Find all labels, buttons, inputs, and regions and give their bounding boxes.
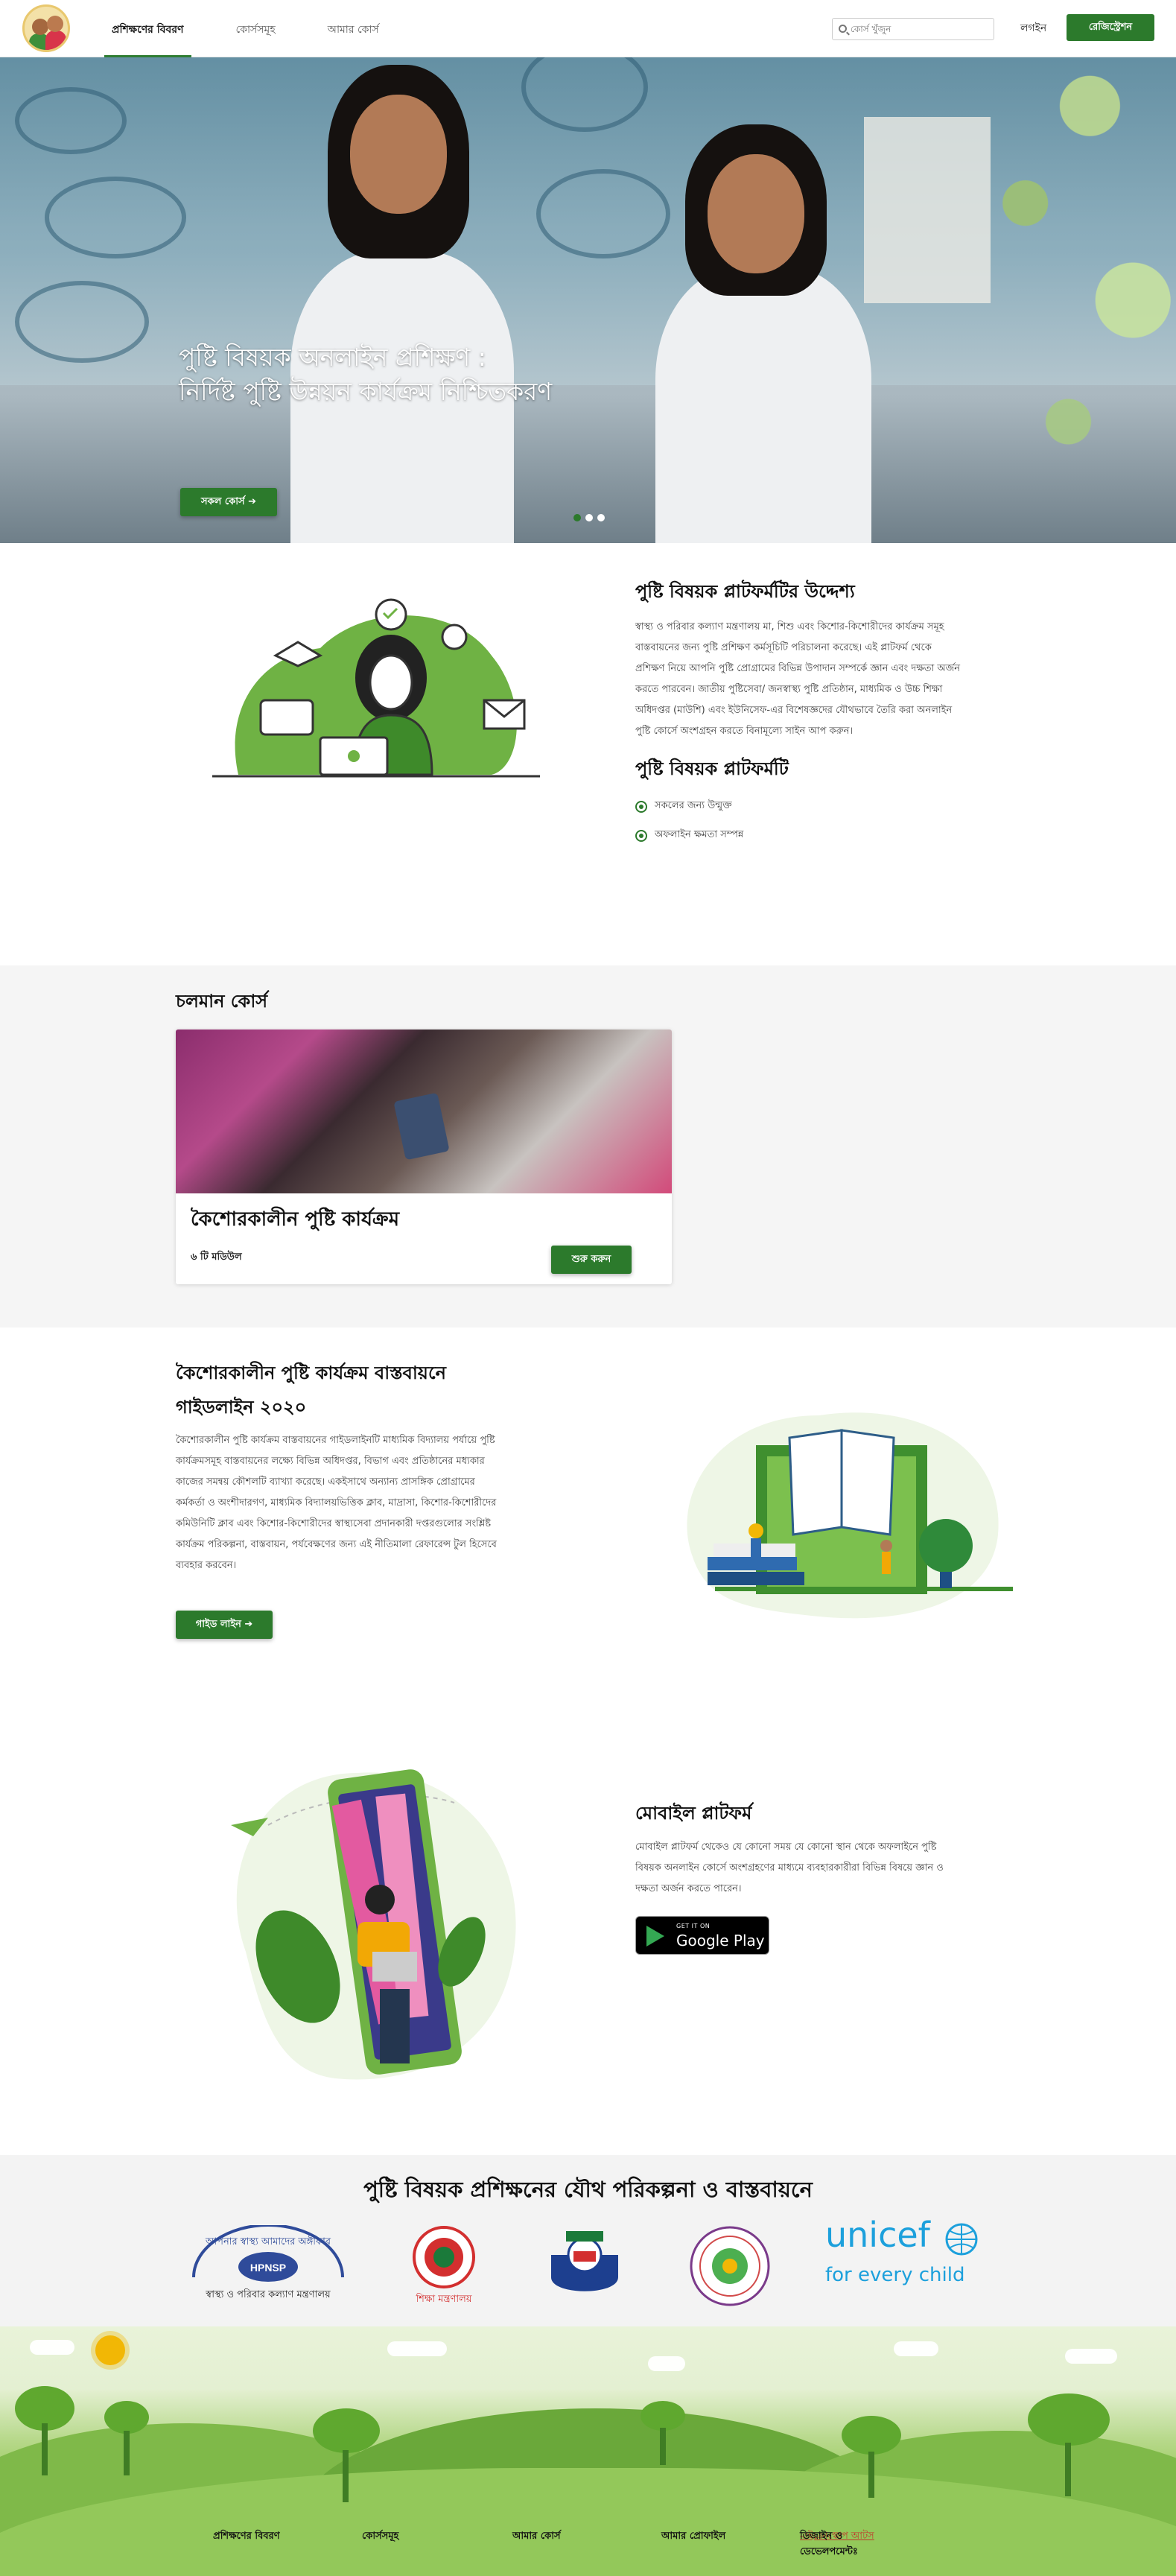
course-modules-count: ৬ টি মডিউল xyxy=(191,1251,242,1263)
tree-icon xyxy=(641,2401,685,2468)
footer-credit: ডিজাইন ও ডেভেলপমেন্টঃ মাইক্রোস্কোপ আটস xyxy=(800,2531,874,2557)
guideline-body: কৈশোরকালীন পুষ্টি কার্যক্রম বাস্তবায়নের… xyxy=(176,1435,497,1571)
guideline-button[interactable]: গাইড লাইন ➔ xyxy=(176,1611,273,1639)
footer-link-profile[interactable]: আমার প্রোফাইল xyxy=(661,2529,725,2545)
mobile-title: মোবাইল প্লাটফর্ম xyxy=(635,1803,752,1824)
register-button[interactable]: রেজিস্ট্রেশন xyxy=(1067,14,1154,41)
carousel-dot-1[interactable] xyxy=(573,514,581,521)
feature-item: সকলের জন্য উন্মুক্ত xyxy=(635,799,963,814)
footer-link-my-courses[interactable]: আমার কোর্স xyxy=(512,2529,561,2545)
guideline-title: কৈশোরকালীন পুষ্টি কার্যক্রম বাস্তবায়নে … xyxy=(176,1362,446,1418)
hero-title: পুষ্টি বিষয়ক অনলাইন প্রশিক্ষণ : নির্দিষ… xyxy=(179,343,553,406)
student-girl-left xyxy=(276,57,521,543)
about-subtitle: পুষ্টি বিষয়ক প্লাটফর্মটি xyxy=(635,758,789,779)
mobile-section: মোবাইল প্লাটফর্ম মোবাইল প্লাটফর্ম থেকেও … xyxy=(635,1800,963,1955)
running-title: চলমান কোর্স xyxy=(176,991,268,1012)
svg-text:আপনার স্বাস্থ্য আমাদের অঙ্গীকা: আপনার স্বাস্থ্য আমাদের অঙ্গীকার xyxy=(205,2236,331,2247)
carousel-indicators xyxy=(573,514,609,521)
nav-courses[interactable]: কোর্সসমূহ xyxy=(236,0,276,57)
check-circle-icon xyxy=(635,800,647,813)
course-title: কৈশোরকালীন পুষ্টি কার্যক্রম xyxy=(191,1208,400,1231)
unicef-tagline: for every child xyxy=(825,2264,965,2286)
nav-training-overview[interactable]: প্রশিক্ষণের বিবরণ xyxy=(104,0,191,57)
sun-icon xyxy=(95,2335,125,2365)
google-play-icon xyxy=(646,1926,664,1947)
search-box xyxy=(832,18,994,40)
nav-my-courses[interactable]: আমার কোর্স xyxy=(328,0,379,57)
site-logo[interactable] xyxy=(22,4,70,52)
search-input[interactable] xyxy=(851,22,988,37)
tree-icon xyxy=(15,2386,74,2475)
google-play-badge[interactable]: GET IT ON Google Play xyxy=(635,1916,769,1955)
about-body: স্বাস্থ্য ও পরিবার কল্যাণ মন্ত্রণালয় মা… xyxy=(635,621,961,737)
tree-icon xyxy=(104,2401,149,2475)
student-girl-right xyxy=(641,124,886,543)
feature-item: অফলাইন ক্ষমতা সম্পন্ন xyxy=(635,828,963,843)
search-icon xyxy=(839,25,847,33)
course-card[interactable]: কৈশোরকালীন পুষ্টি কার্যক্রম ৬ টি মডিউল শ… xyxy=(176,1030,672,1284)
running-courses-section: চলমান কোর্স কৈশোরকালীন পুষ্টি কার্যক্রম … xyxy=(0,965,1176,1327)
carousel-dot-2[interactable] xyxy=(585,514,593,521)
all-courses-button[interactable]: সকল কোর্স ➔ xyxy=(180,488,277,516)
institute-public-health-nutrition-logo[interactable] xyxy=(685,2225,775,2310)
svg-text:HPNSP: HPNSP xyxy=(250,2262,286,2274)
about-section: পুষ্টি বিষয়ক প্লাটফর্মটির উদ্দেশ্য স্বা… xyxy=(635,578,963,843)
login-link[interactable]: লগইন xyxy=(1020,19,1046,37)
hero-banner: পুষ্টি বিষয়ক অনলাইন প্রশিক্ষণ : নির্দিষ… xyxy=(0,57,1176,543)
mobile-reading-illustration xyxy=(231,1769,516,2080)
footer: প্রশিক্ষণের বিবরণ কোর্সসমূহ আমার কোর্স আ… xyxy=(0,2326,1176,2576)
student-studying-illustration xyxy=(212,598,540,778)
open-book-illustration xyxy=(687,1412,1013,1619)
tree-icon xyxy=(313,2408,380,2505)
tree-icon xyxy=(842,2416,901,2498)
mobile-body: মোবাইল প্লাটফর্ম থেকেও যে কোনো সময় যে ক… xyxy=(635,1841,944,1894)
dshe-logo[interactable] xyxy=(536,2225,633,2310)
carousel-dot-3[interactable] xyxy=(597,514,605,521)
tree-icon xyxy=(1028,2393,1110,2498)
footer-link-courses[interactable]: কোর্সসমূহ xyxy=(362,2529,398,2545)
ministry-health-logo[interactable]: HPNSP আপনার স্বাস্থ্য আমাদের অঙ্গীকার স্… xyxy=(186,2224,350,2303)
flower-decoration xyxy=(961,57,1176,543)
partners-title: পুষ্টি বিষয়ক প্রশিক্ষনের যৌথ পরিকল্পনা … xyxy=(363,2177,813,2202)
footer-link-training[interactable]: প্রশিক্ষণের বিবরণ xyxy=(213,2529,280,2545)
course-thumbnail xyxy=(176,1030,672,1193)
main-nav: প্রশিক্ষণের বিবরণ কোর্সসমূহ আমার কোর্স xyxy=(104,0,431,57)
top-header: প্রশিক্ষণের বিবরণ কোর্সসমূহ আমার কোর্স ল… xyxy=(0,0,1176,57)
ministry-education-logo[interactable]: শিক্ষা মন্ত্রণালয় xyxy=(399,2225,489,2308)
check-circle-icon xyxy=(635,829,647,842)
unicef-logo[interactable]: unicef xyxy=(825,2215,930,2255)
guideline-section: কৈশোরকালীন পুষ্টি কার্যক্রম বাস্তবায়নে … xyxy=(176,1356,503,1639)
unicef-globe-icon xyxy=(945,2223,978,2256)
start-course-button[interactable]: শুরু করুন xyxy=(551,1246,632,1274)
about-title: পুষ্টি বিষয়ক প্লাটফর্মটির উদ্দেশ্য xyxy=(635,581,855,602)
partners-section: পুষ্টি বিষয়ক প্রশিক্ষনের যৌথ পরিকল্পনা … xyxy=(0,2155,1176,2326)
